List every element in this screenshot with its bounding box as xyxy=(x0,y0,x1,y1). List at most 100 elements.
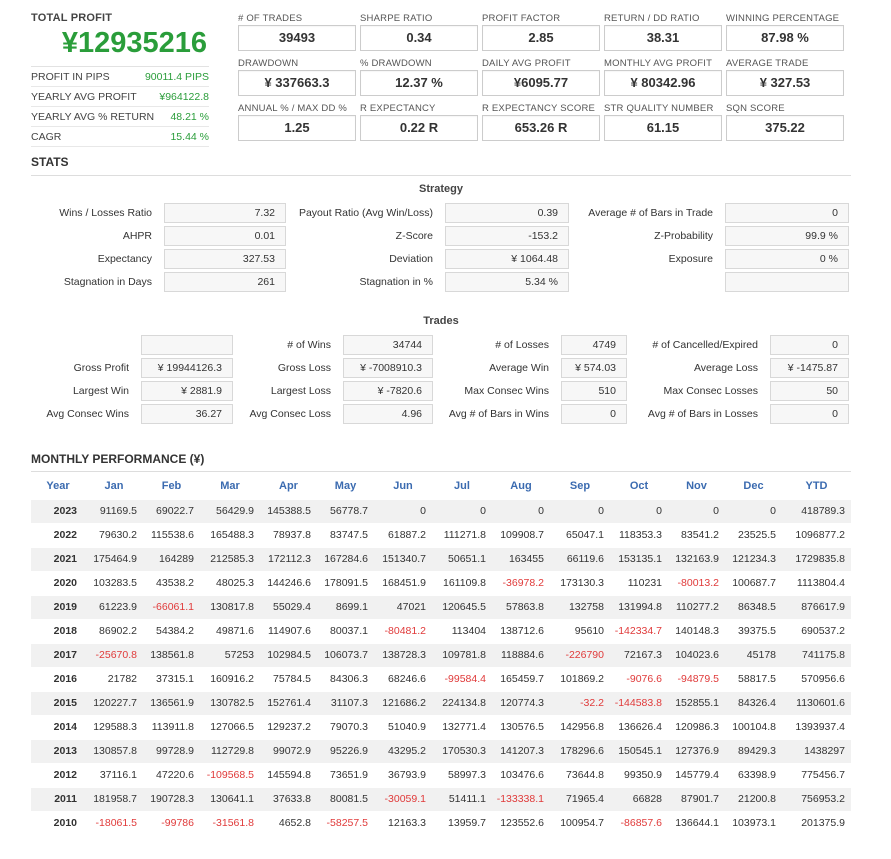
table-row: 2015 120227.7 136561.9 130782.5 152761.4 3110… xyxy=(31,690,851,715)
value-cell: 72167.3 xyxy=(610,642,668,667)
value-cell: 4652.8 xyxy=(260,810,317,835)
table-row: 2014 129588.3 113911.8 127066.5 129237.2 7907… xyxy=(31,714,851,739)
value-cell: 1130601.6 xyxy=(782,690,851,715)
value-cell: 127066.5 xyxy=(200,714,260,739)
metric-card: SQN SCORE 375.22 xyxy=(726,103,844,141)
value-cell: 69022.7 xyxy=(143,498,200,523)
value-cell: 120986.3 xyxy=(668,714,725,739)
value-cell: 756953.2 xyxy=(782,786,851,811)
summary-row: YEARLY AVG PROFIT ¥964122.8 xyxy=(31,87,209,107)
value-cell: 80081.5 xyxy=(317,786,374,811)
value-cell: 95226.9 xyxy=(317,738,374,763)
metric-card: R EXPECTANCY 0.22 R xyxy=(360,103,478,141)
metric-value: 61.15 xyxy=(604,115,722,141)
column-header[interactable]: Jun xyxy=(374,474,432,499)
table-row: 2018 86902.2 54384.2 49871.6 114907.6 80037.1… xyxy=(31,618,851,643)
stat-value xyxy=(725,272,849,292)
metric-card: % DRAWDOWN 12.37 % xyxy=(360,58,478,96)
metric-value: 87.98 % xyxy=(726,25,844,51)
metric-label: PROFIT FACTOR xyxy=(482,13,561,24)
value-cell: -109568.5 xyxy=(200,762,260,787)
table-row: 2011 181958.7 190728.3 130641.1 37633.8 80081… xyxy=(31,786,851,811)
value-cell: 109908.7 xyxy=(492,522,550,547)
value-cell: 21200.8 xyxy=(725,786,782,811)
value-cell: 163455 xyxy=(492,546,550,571)
stat-label: Average # of Bars in Trade xyxy=(588,207,713,219)
column-header[interactable]: May xyxy=(317,474,374,499)
value-cell: 80037.1 xyxy=(317,618,374,643)
column-header[interactable]: Apr xyxy=(260,474,317,499)
stat-value: 0 xyxy=(725,203,849,223)
value-cell: 99350.9 xyxy=(610,762,668,787)
metric-label: R EXPECTANCY SCORE xyxy=(482,103,596,114)
metric-value: ¥ 337663.3 xyxy=(238,70,356,96)
value-cell: 79630.2 xyxy=(85,522,143,547)
summary-row-value: 15.44 % xyxy=(170,130,209,143)
table-row: 2022 79630.2 115538.6 165488.3 78937.8 83747.… xyxy=(31,522,851,547)
value-cell: -25670.8 xyxy=(85,642,143,667)
metric-value: ¥6095.77 xyxy=(482,70,600,96)
trade-stat-label: Max Consec Wins xyxy=(464,385,549,397)
column-header[interactable]: Dec xyxy=(725,474,782,499)
column-header[interactable]: Jul xyxy=(432,474,492,499)
value-cell: 61223.9 xyxy=(85,594,143,619)
value-cell: 165459.7 xyxy=(492,666,550,691)
trades-title: Trades xyxy=(423,315,459,327)
metric-card: AVERAGE TRADE ¥ 327.53 xyxy=(726,58,844,96)
column-header[interactable]: Sep xyxy=(550,474,610,499)
column-header[interactable]: Feb xyxy=(143,474,200,499)
metric-card: DRAWDOWN ¥ 337663.3 xyxy=(238,58,356,96)
value-cell: 167284.6 xyxy=(317,546,374,571)
value-cell: 51411.1 xyxy=(432,786,492,811)
value-cell: 37633.8 xyxy=(260,786,317,811)
trade-stat-label: Max Consec Losses xyxy=(663,385,758,397)
value-cell: 129237.2 xyxy=(260,714,317,739)
value-cell: -30059.1 xyxy=(374,786,432,811)
stat-label: Z-Score xyxy=(395,230,433,242)
year-cell: 2013 xyxy=(31,738,85,763)
value-cell: 47220.6 xyxy=(143,762,200,787)
value-cell: 54384.2 xyxy=(143,618,200,643)
value-cell: -142334.7 xyxy=(610,618,668,643)
metric-card: # OF TRADES 39493 xyxy=(238,13,356,51)
value-cell: -144583.8 xyxy=(610,690,668,715)
column-header[interactable]: Mar xyxy=(200,474,260,499)
value-cell: 775456.7 xyxy=(782,762,851,787)
column-header[interactable]: Nov xyxy=(668,474,725,499)
value-cell: 100104.8 xyxy=(725,714,782,739)
trade-stat-label: # of Cancelled/Expired xyxy=(652,339,758,351)
metric-label: % DRAWDOWN xyxy=(360,58,432,69)
year-cell: 2022 xyxy=(31,522,85,547)
value-cell: 130576.5 xyxy=(492,714,550,739)
trade-stat-label: Average Loss xyxy=(693,362,758,374)
value-cell: 136626.4 xyxy=(610,714,668,739)
value-cell: 37315.1 xyxy=(143,666,200,691)
column-header[interactable]: Jan xyxy=(85,474,143,499)
year-cell: 2014 xyxy=(31,714,85,739)
value-cell: 83541.2 xyxy=(668,522,725,547)
column-header[interactable]: Aug xyxy=(492,474,550,499)
value-cell: 51040.9 xyxy=(374,714,432,739)
stat-label: Exposure xyxy=(668,253,713,265)
value-cell: 144246.6 xyxy=(260,570,317,595)
monthly-performance-title: MONTHLY PERFORMANCE (¥) xyxy=(31,452,205,466)
year-cell: 2011 xyxy=(31,786,85,811)
value-cell: 95610 xyxy=(550,618,610,643)
value-cell: 100954.7 xyxy=(550,810,610,835)
table-row: 2023 91169.5 69022.7 56429.9 145388.5 56778.7… xyxy=(31,498,851,523)
metric-value: ¥ 327.53 xyxy=(726,70,844,96)
summary-row-value: ¥964122.8 xyxy=(159,90,209,103)
value-cell: 1438297 xyxy=(782,738,851,763)
value-cell: 127376.9 xyxy=(668,738,725,763)
value-cell: 131994.8 xyxy=(610,594,668,619)
value-cell: 190728.3 xyxy=(143,786,200,811)
value-cell: 172112.3 xyxy=(260,546,317,571)
column-header[interactable]: YTD xyxy=(782,474,851,499)
year-cell: 2020 xyxy=(31,570,85,595)
value-cell: 0 xyxy=(374,498,432,523)
value-cell: 418789.3 xyxy=(782,498,851,523)
column-header[interactable]: Oct xyxy=(610,474,668,499)
value-cell: 120774.3 xyxy=(492,690,550,715)
column-header[interactable]: Year xyxy=(31,474,85,499)
trade-stat-value: ¥ 574.03 xyxy=(561,358,627,378)
